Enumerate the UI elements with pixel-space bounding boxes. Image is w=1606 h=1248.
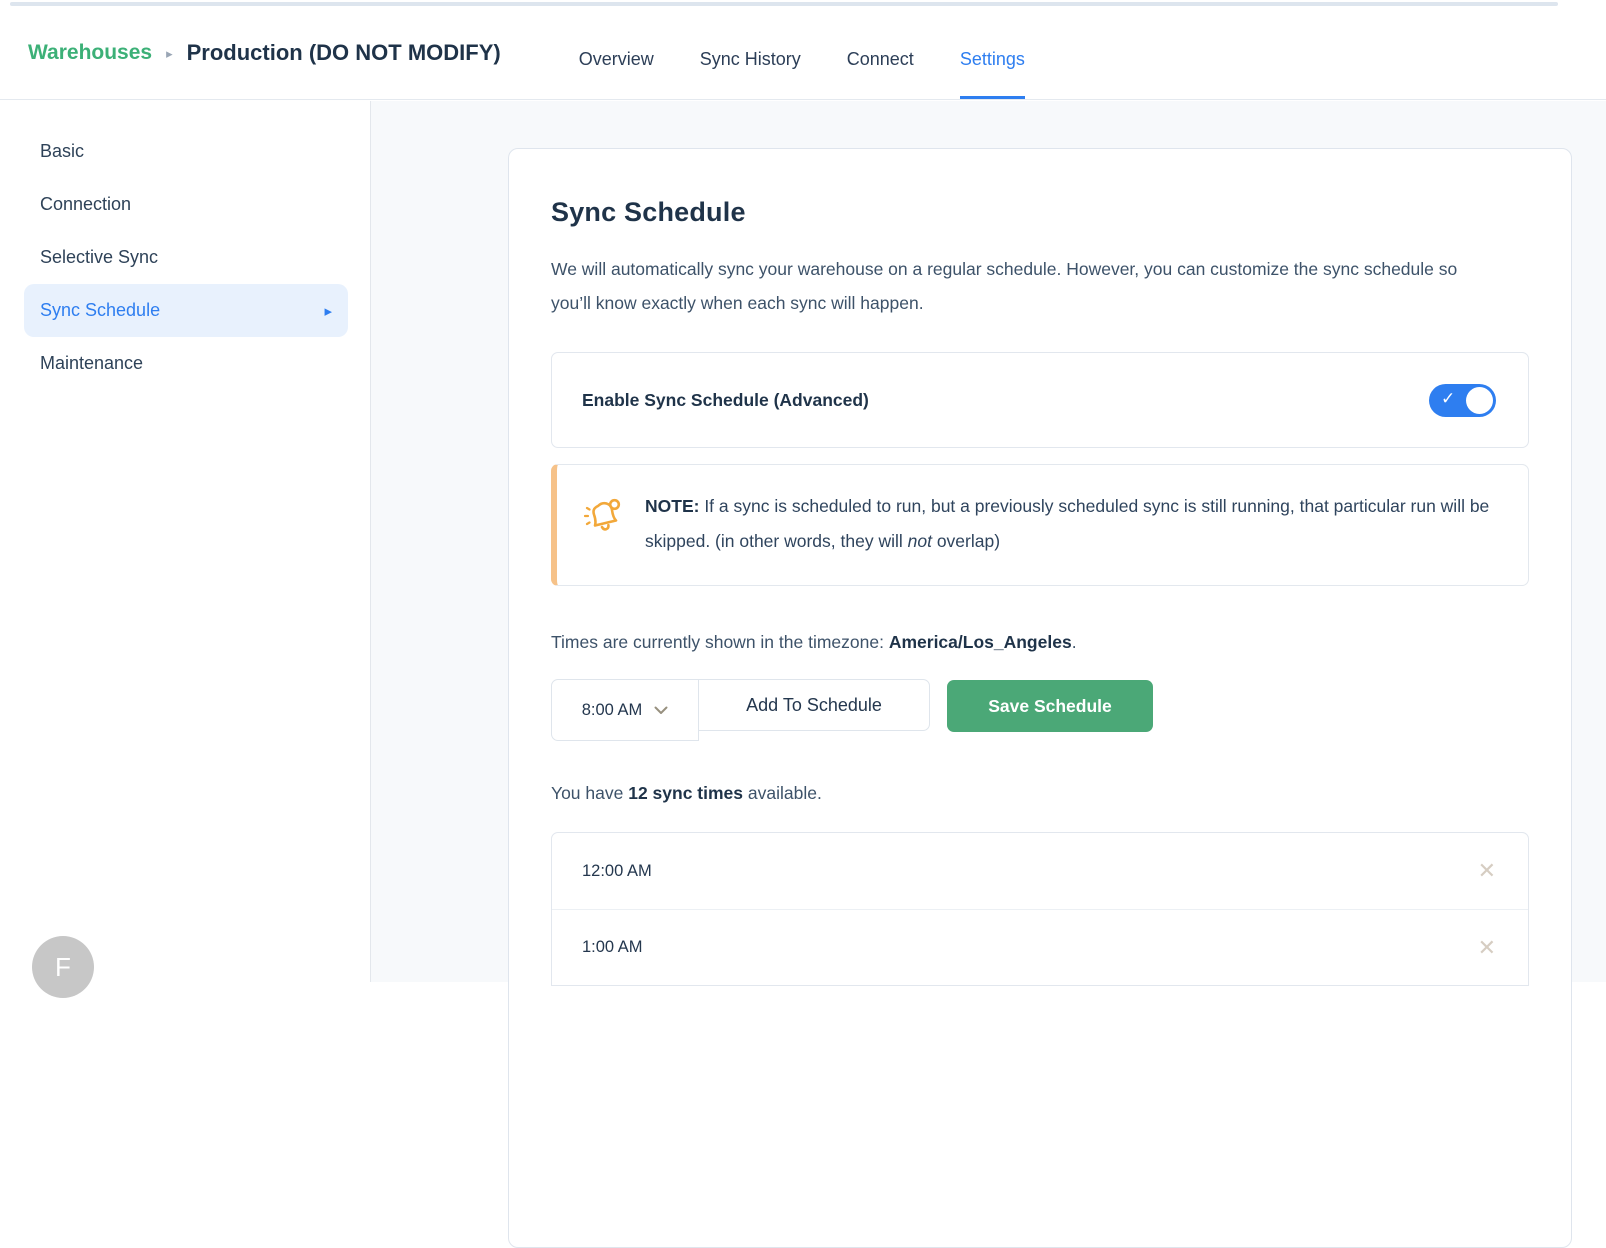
availability-count: 12 sync times (628, 783, 743, 803)
sync-times-list: 12:00 AM ✕ 1:00 AM ✕ (551, 832, 1529, 986)
tab-sync-history[interactable]: Sync History (700, 6, 801, 99)
main-panel: Sync Schedule We will automatically sync… (371, 101, 1606, 982)
timezone-suffix: . (1072, 632, 1077, 652)
sidebar-item-connection[interactable]: Connection (24, 178, 348, 231)
enable-sync-schedule-toggle[interactable]: ✓ (1429, 384, 1496, 417)
sidebar-item-label: Sync Schedule (40, 300, 160, 321)
note-icon-wrap (557, 489, 645, 559)
sidebar-item-label: Connection (40, 194, 131, 215)
sidebar-item-basic[interactable]: Basic (24, 125, 348, 178)
note-body: If a sync is scheduled to run, but a pre… (645, 496, 1489, 551)
check-icon: ✓ (1441, 389, 1455, 409)
breadcrumb: Warehouses ▸ Production (DO NOT MODIFY) (0, 6, 501, 99)
sync-schedule-card: Sync Schedule We will automatically sync… (508, 148, 1572, 1248)
availability-suffix: available. (743, 783, 822, 803)
sidebar-item-label: Maintenance (40, 353, 143, 374)
save-schedule-button[interactable]: Save Schedule (947, 680, 1153, 732)
chevron-down-icon (654, 706, 668, 715)
toggle-label: Enable Sync Schedule (Advanced) (582, 390, 869, 411)
availability-line: You have 12 sync times available. (551, 783, 1529, 804)
note-label: NOTE: (645, 496, 699, 516)
note-italic-word: not (908, 531, 932, 551)
tab-connect[interactable]: Connect (847, 6, 914, 99)
tab-settings[interactable]: Settings (960, 6, 1025, 99)
sync-time-select[interactable]: 8:00 AM (551, 679, 699, 741)
timezone-line: Times are currently shown in the timezon… (551, 632, 1529, 653)
chevron-right-icon: ▸ (324, 302, 332, 320)
toggle-knob (1466, 387, 1493, 414)
note-after: overlap) (932, 531, 1000, 551)
sidebar-item-sync-schedule[interactable]: Sync Schedule ▸ (24, 284, 348, 337)
user-avatar[interactable]: F (32, 936, 94, 998)
tab-bar: Overview Sync History Connect Settings (579, 6, 1025, 99)
sync-time-value: 1:00 AM (582, 938, 643, 957)
note-text: NOTE: If a sync is scheduled to run, but… (645, 489, 1495, 559)
enable-sync-schedule-row: Enable Sync Schedule (Advanced) ✓ (551, 352, 1529, 448)
bell-notification-icon (578, 495, 624, 539)
sync-time-value: 12:00 AM (582, 862, 652, 881)
sync-time-row: 1:00 AM ✕ (552, 909, 1528, 985)
sidebar-item-selective-sync[interactable]: Selective Sync (24, 231, 348, 284)
page-title: Production (DO NOT MODIFY) (187, 40, 501, 66)
content-area: Basic Connection Selective Sync Sync Sch… (0, 101, 1606, 982)
sync-time-row: 12:00 AM ✕ (552, 833, 1528, 909)
note-callout: NOTE: If a sync is scheduled to run, but… (551, 464, 1529, 586)
remove-time-icon[interactable]: ✕ (1478, 937, 1496, 959)
sidebar-item-label: Selective Sync (40, 247, 158, 268)
add-to-schedule-button[interactable]: Add To Schedule (698, 679, 930, 731)
sidebar-item-maintenance[interactable]: Maintenance (24, 337, 348, 390)
page-header: Warehouses ▸ Production (DO NOT MODIFY) … (0, 6, 1606, 100)
section-description: We will automatically sync your warehous… (551, 252, 1491, 320)
selected-time: 8:00 AM (582, 701, 643, 720)
settings-sidebar: Basic Connection Selective Sync Sync Sch… (0, 101, 371, 982)
timezone-prefix: Times are currently shown in the timezon… (551, 632, 889, 652)
sidebar-item-label: Basic (40, 141, 84, 162)
section-title: Sync Schedule (551, 197, 1529, 228)
settings-nav: Basic Connection Selective Sync Sync Sch… (0, 101, 370, 390)
breadcrumb-separator-icon: ▸ (166, 44, 173, 62)
availability-prefix: You have (551, 783, 628, 803)
remove-time-icon[interactable]: ✕ (1478, 860, 1496, 882)
schedule-controls: 8:00 AM Add To Schedule Save Schedule (551, 679, 1529, 741)
timezone-value: America/Los_Angeles (889, 632, 1072, 652)
tab-overview[interactable]: Overview (579, 6, 654, 99)
breadcrumb-warehouses-link[interactable]: Warehouses (28, 41, 152, 65)
